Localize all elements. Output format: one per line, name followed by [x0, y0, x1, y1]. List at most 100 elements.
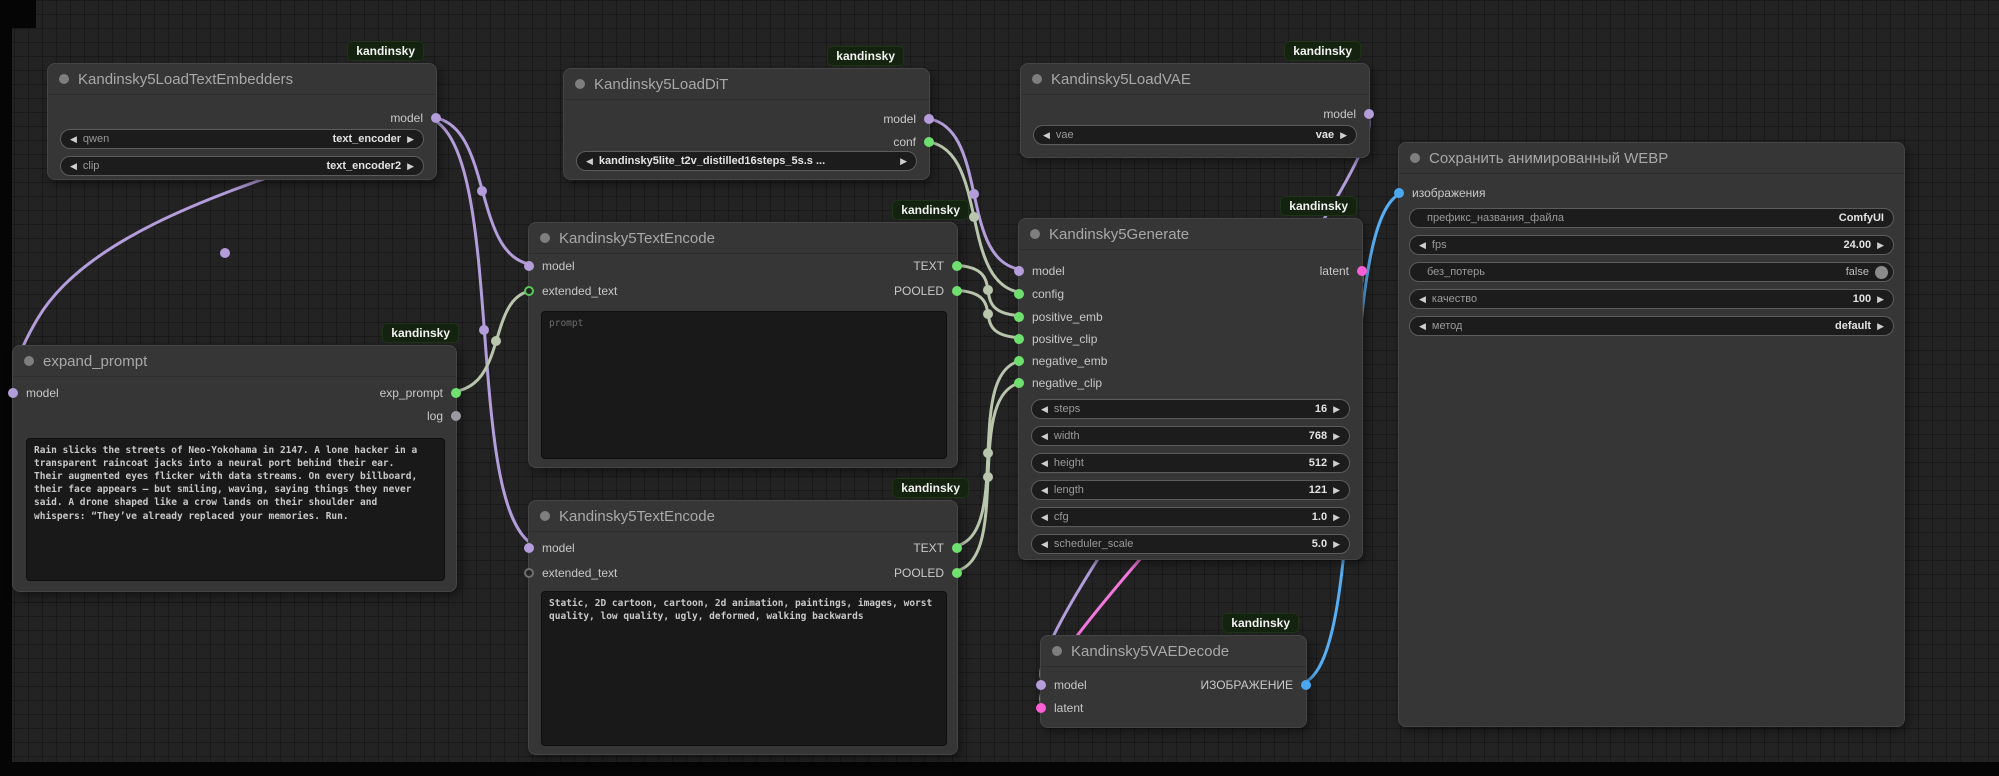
- output-slot-model[interactable]: model: [390, 111, 441, 125]
- output-slot-log[interactable]: log: [427, 409, 461, 423]
- combo-widget-vae[interactable]: ◀ vae vae ▶: [1033, 125, 1357, 145]
- node-status-dot[interactable]: [24, 356, 34, 366]
- input-slot-model[interactable]: model: [524, 259, 575, 273]
- link-midpoint-dot[interactable]: [983, 472, 993, 482]
- number-widget-length[interactable]: ◀ length 121 ▶: [1031, 480, 1350, 500]
- stepper-left-arrow-icon[interactable]: ◀: [1041, 540, 1048, 549]
- number-widget-fps[interactable]: ◀ fps 24.00 ▶: [1409, 235, 1894, 255]
- combo-left-arrow-icon[interactable]: ◀: [70, 162, 77, 171]
- node-status-dot[interactable]: [1410, 153, 1420, 163]
- stepper-left-arrow-icon[interactable]: ◀: [1041, 405, 1048, 414]
- link-midpoint-dot[interactable]: [220, 248, 230, 258]
- slot-dot-positive-emb[interactable]: [1014, 312, 1024, 322]
- node-text-encode-negative[interactable]: kandinsky Kandinsky5TextEncode model ext…: [528, 500, 958, 755]
- input-slot-images[interactable]: изображения: [1394, 186, 1486, 200]
- stepper-left-arrow-icon[interactable]: ◀: [1041, 513, 1048, 522]
- node-status-dot[interactable]: [1052, 646, 1062, 656]
- slot-dot-image[interactable]: [1301, 680, 1311, 690]
- link-midpoint-dot[interactable]: [983, 309, 993, 319]
- output-slot-latent[interactable]: latent: [1320, 264, 1367, 278]
- output-slot-text[interactable]: TEXT: [913, 541, 962, 555]
- combo-widget-clip[interactable]: ◀ clip text_encoder2 ▶: [60, 156, 424, 176]
- stepper-right-arrow-icon[interactable]: ▶: [1877, 241, 1884, 250]
- output-slot-text[interactable]: TEXT: [913, 259, 962, 273]
- combo-widget-model-name[interactable]: ◀ kandinsky5lite_t2v_distilled16steps_5s…: [576, 151, 917, 171]
- input-slot-model[interactable]: model: [524, 541, 575, 555]
- input-slot-positive-emb[interactable]: positive_emb: [1014, 310, 1103, 324]
- link-midpoint-dot[interactable]: [969, 189, 979, 199]
- node-expand-prompt[interactable]: kandinsky expand_prompt model exp_prompt…: [12, 345, 457, 592]
- node-generate[interactable]: kandinsky Kandinsky5Generate model confi…: [1018, 218, 1363, 560]
- node-status-dot[interactable]: [575, 79, 585, 89]
- link-midpoint-dot[interactable]: [983, 285, 993, 295]
- link-midpoint-dot[interactable]: [969, 212, 979, 222]
- link-midpoint-dot[interactable]: [983, 448, 993, 458]
- slot-dot-model[interactable]: [8, 388, 18, 398]
- stepper-left-arrow-icon[interactable]: ◀: [1041, 459, 1048, 468]
- input-slot-config[interactable]: config: [1014, 287, 1064, 301]
- text-widget-filename-prefix[interactable]: префикс_названия_файла ComfyUI: [1409, 208, 1894, 228]
- input-slot-extended-text[interactable]: extended_text: [524, 566, 617, 580]
- node-save-animated-webp[interactable]: Сохранить анимированный WEBP изображения…: [1398, 142, 1905, 727]
- prompt-textarea[interactable]: Rain slicks the streets of Neo-Yokohama …: [26, 438, 445, 581]
- output-slot-exp-prompt[interactable]: exp_prompt: [380, 386, 461, 400]
- combo-right-arrow-icon[interactable]: ▶: [1877, 322, 1884, 331]
- combo-widget-method[interactable]: ◀ метод default ▶: [1409, 316, 1894, 336]
- slot-dot-text[interactable]: [952, 543, 962, 553]
- slot-dot-model[interactable]: [924, 114, 934, 124]
- slot-dot-pooled[interactable]: [952, 568, 962, 578]
- stepper-left-arrow-icon[interactable]: ◀: [1041, 486, 1048, 495]
- number-widget-width[interactable]: ◀ width 768 ▶: [1031, 426, 1350, 446]
- negative-prompt-textarea[interactable]: Static, 2D cartoon, cartoon, 2d animatio…: [541, 591, 947, 746]
- input-slot-negative-clip[interactable]: negative_clip: [1014, 376, 1102, 390]
- slot-dot-model[interactable]: [431, 113, 441, 123]
- node-status-dot[interactable]: [540, 233, 550, 243]
- combo-right-arrow-icon[interactable]: ▶: [407, 162, 414, 171]
- stepper-left-arrow-icon[interactable]: ◀: [1419, 241, 1426, 250]
- prompt-textarea[interactable]: prompt: [541, 311, 947, 459]
- number-widget-scheduler-scale[interactable]: ◀ scheduler_scale 5.0 ▶: [1031, 534, 1350, 554]
- node-load-text-embedders[interactable]: kandinsky Kandinsky5LoadTextEmbedders mo…: [47, 63, 437, 180]
- input-slot-latent[interactable]: latent: [1036, 701, 1083, 715]
- input-slot-model[interactable]: model: [1036, 678, 1087, 692]
- node-status-dot[interactable]: [1030, 229, 1040, 239]
- input-slot-negative-emb[interactable]: negative_emb: [1014, 354, 1107, 368]
- slot-dot-negative-emb[interactable]: [1014, 356, 1024, 366]
- output-slot-model[interactable]: model: [1323, 107, 1374, 121]
- combo-widget-qwen[interactable]: ◀ qwen text_encoder ▶: [60, 129, 424, 149]
- node-vae-decode[interactable]: kandinsky Kandinsky5VAEDecode model late…: [1040, 635, 1307, 728]
- node-load-vae[interactable]: kandinsky Kandinsky5LoadVAE model ◀ vae …: [1020, 63, 1370, 158]
- stepper-right-arrow-icon[interactable]: ▶: [1333, 432, 1340, 441]
- combo-right-arrow-icon[interactable]: ▶: [900, 157, 907, 166]
- node-status-dot[interactable]: [59, 74, 69, 84]
- output-slot-pooled[interactable]: POOLED: [894, 284, 962, 298]
- slot-dot-text[interactable]: [952, 261, 962, 271]
- number-widget-height[interactable]: ◀ height 512 ▶: [1031, 453, 1350, 473]
- number-widget-cfg[interactable]: ◀ cfg 1.0 ▶: [1031, 507, 1350, 527]
- node-graph-canvas[interactable]: kandinsky Kandinsky5LoadTextEmbedders mo…: [0, 0, 1999, 776]
- slot-dot-conf[interactable]: [924, 137, 934, 147]
- stepper-right-arrow-icon[interactable]: ▶: [1333, 513, 1340, 522]
- toggle-knob-icon[interactable]: [1875, 266, 1888, 279]
- slot-dot-extended-text[interactable]: [524, 286, 534, 296]
- slot-dot-model[interactable]: [1036, 680, 1046, 690]
- stepper-right-arrow-icon[interactable]: ▶: [1877, 295, 1884, 304]
- node-status-dot[interactable]: [540, 511, 550, 521]
- link-midpoint-dot[interactable]: [491, 336, 501, 346]
- stepper-right-arrow-icon[interactable]: ▶: [1333, 540, 1340, 549]
- number-widget-quality[interactable]: ◀ качество 100 ▶: [1409, 289, 1894, 309]
- link-midpoint-dot[interactable]: [477, 186, 487, 196]
- node-text-encode-positive[interactable]: kandinsky Kandinsky5TextEncode model ext…: [528, 222, 958, 468]
- stepper-right-arrow-icon[interactable]: ▶: [1333, 405, 1340, 414]
- link-midpoint-dot[interactable]: [479, 325, 489, 335]
- slot-dot-log[interactable]: [451, 411, 461, 421]
- toggle-widget-lossless[interactable]: без_потерь false: [1409, 262, 1894, 282]
- stepper-left-arrow-icon[interactable]: ◀: [1041, 432, 1048, 441]
- input-slot-model[interactable]: model: [8, 386, 59, 400]
- input-slot-model[interactable]: model: [1014, 264, 1065, 278]
- slot-dot-model[interactable]: [524, 261, 534, 271]
- output-slot-image[interactable]: ИЗОБРАЖЕНИЕ: [1200, 678, 1311, 692]
- output-slot-model[interactable]: model: [883, 112, 934, 126]
- stepper-right-arrow-icon[interactable]: ▶: [1333, 486, 1340, 495]
- slot-dot-images[interactable]: [1394, 188, 1404, 198]
